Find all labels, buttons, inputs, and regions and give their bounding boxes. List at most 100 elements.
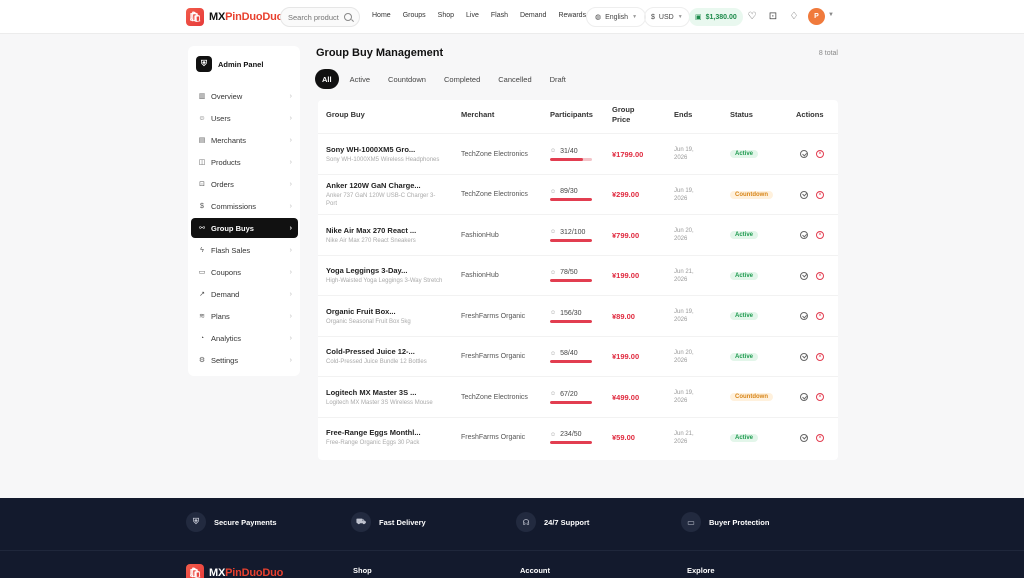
sidebar-item-overview[interactable]: ▥ Overview › (191, 86, 298, 106)
brand-logo[interactable]: 🛍 MXPinDuoDuo (186, 8, 283, 26)
tab-completed[interactable]: Completed (437, 69, 487, 89)
sidebar-item-commissions[interactable]: $ Commissions › (191, 196, 298, 216)
group-buy-name[interactable]: Organic Fruit Box... (326, 307, 446, 316)
participants-count: 156/30 (560, 309, 582, 317)
nav-link-demand[interactable]: Demand (520, 12, 546, 19)
cancel-icon[interactable]: × (816, 433, 824, 442)
group-icon: ⚯ (199, 225, 205, 232)
table-row[interactable]: Cold-Pressed Juice 12-... Cold-Pressed Ju… (318, 335, 838, 376)
group-buy-name[interactable]: Anker 120W GaN Charge... (326, 181, 446, 190)
cancel-icon[interactable]: × (816, 150, 824, 158)
avatar[interactable]: P (808, 8, 825, 25)
chevron-down-icon[interactable]: ▼ (828, 12, 834, 18)
group-buy-name[interactable]: Cold-Pressed Juice 12-... (326, 347, 446, 356)
column-header-actions[interactable]: Actions (796, 100, 824, 130)
tab-all[interactable]: All (315, 69, 339, 89)
approve-icon[interactable] (800, 312, 808, 320)
nav-link-rewards[interactable]: Rewards (558, 12, 586, 19)
group-buy-name[interactable]: Sony WH-1000XM5 Gro... (326, 145, 446, 154)
sidebar-item-flash-sales[interactable]: ϟ Flash Sales › (191, 240, 298, 260)
approve-icon[interactable] (800, 393, 808, 401)
cancel-icon[interactable]: × (816, 352, 824, 361)
search-input[interactable] (288, 12, 340, 22)
table-row[interactable]: Sony WH-1000XM5 Gro... Sony WH-1000XM5 Wi… (318, 133, 838, 173)
nav-link-groups[interactable]: Groups (403, 12, 426, 19)
table-row[interactable]: Nike Air Max 270 React ... Nike Air Max 2… (318, 214, 838, 254)
column-header-participants[interactable]: Participants (550, 100, 593, 130)
cart-icon[interactable]: ⊡ (767, 11, 779, 23)
column-header-merchant[interactable]: Merchant (461, 100, 494, 130)
approve-icon[interactable] (800, 352, 808, 361)
sidebar-item-merchants[interactable]: ▤ Merchants › (191, 130, 298, 150)
cancel-icon[interactable]: × (816, 271, 824, 280)
approve-icon[interactable] (800, 433, 808, 442)
approve-icon[interactable] (800, 271, 808, 280)
approve-icon[interactable] (800, 150, 808, 158)
group-buy-name[interactable]: Logitech MX Master 3S ... (326, 388, 446, 397)
sidebar-item-orders[interactable]: ⊡ Orders › (191, 174, 298, 194)
search-icon[interactable] (344, 13, 352, 21)
column-header-group-buy[interactable]: Group Buy (326, 100, 365, 130)
table-row[interactable]: Organic Fruit Box... Organic Seasonal Fru… (318, 295, 838, 335)
status-badge: Active (730, 433, 759, 442)
merchant-name: FashionHub (461, 231, 499, 239)
tab-cancelled[interactable]: Cancelled (491, 69, 538, 89)
sidebar-item-label: Settings (211, 355, 239, 365)
group-buy-name[interactable]: Nike Air Max 270 React ... (326, 226, 446, 235)
nav-link-live[interactable]: Live (466, 12, 479, 19)
end-date: Jun 19, 2026 (674, 390, 694, 404)
approve-icon[interactable] (800, 190, 808, 199)
group-buy-name[interactable]: Yoga Leggings 3-Day... (326, 266, 446, 275)
footer-logo[interactable]: 🛍 MXPinDuoDuo (186, 564, 283, 578)
merchant-name: TechZone Electronics (461, 150, 528, 158)
column-header-status[interactable]: Status (730, 100, 753, 130)
tab-draft[interactable]: Draft (543, 69, 573, 89)
group-buy-table: Group Buy Merchant Participants Group Price… (318, 100, 838, 460)
participants-count: 234/50 (560, 431, 582, 438)
nav-link-shop[interactable]: Shop (438, 12, 454, 19)
end-date: Jun 21, 2026 (674, 430, 694, 445)
table-row[interactable]: Yoga Leggings 3-Day... High-Waisted Yoga … (318, 254, 838, 295)
sidebar-item-coupons[interactable]: ▭ Coupons › (191, 262, 298, 282)
approve-icon[interactable] (800, 231, 808, 239)
group-buy-description: Nike Air Max 270 React Sneakers (326, 237, 416, 244)
sidebar-item-label: Coupons (211, 267, 242, 277)
bell-icon[interactable]: ♢ (788, 11, 800, 23)
group-buy-description: Cold-Pressed Juice Bundle 12 Bottles (326, 359, 427, 365)
sidebar-item-plans[interactable]: ≋ Plans › (191, 306, 298, 326)
currency-selector[interactable]: $ USD ▼ (644, 7, 690, 27)
participants-count: 78/50 (560, 269, 578, 276)
column-header-ends[interactable]: Ends (674, 100, 692, 130)
nav-link-home[interactable]: Home (372, 12, 391, 19)
wallet-balance[interactable]: ▣ $1,380.00 (689, 8, 743, 26)
end-date: Jun 20, 2026 (674, 349, 694, 364)
sidebar-item-products[interactable]: ◫ Products › (191, 152, 298, 172)
sidebar-item-settings[interactable]: ⚙ Settings › (191, 350, 298, 370)
tab-active[interactable]: Active (343, 69, 377, 89)
table-row[interactable]: Anker 120W GaN Charge... Anker 737 GaN 12… (318, 173, 838, 214)
sidebar-item-label: Commissions (211, 201, 257, 211)
cancel-icon[interactable]: × (816, 312, 824, 320)
sidebar-item-analytics[interactable]: ◔ Analytics › (191, 328, 298, 348)
nav-link-flash[interactable]: Flash (491, 12, 508, 19)
analytics-icon: ◔ (199, 334, 205, 342)
table-row[interactable]: Logitech MX Master 3S ... Logitech MX Mas… (318, 376, 838, 416)
column-header-group-price[interactable]: Group Price (612, 100, 642, 130)
page-title: Group Buy Management (316, 47, 444, 59)
footer-feature-24-7-support: ☊ 24/7 Support (516, 512, 589, 532)
cancel-icon[interactable]: × (816, 393, 824, 401)
merchant-name: TechZone Electronics (461, 191, 528, 198)
heart-icon[interactable]: ♡ (746, 11, 758, 23)
cancel-icon[interactable]: × (816, 190, 824, 199)
table-row[interactable]: Free-Range Eggs Monthl... Free-Range Orga… (318, 416, 838, 457)
group-buy-name[interactable]: Free-Range Eggs Monthl... (326, 428, 446, 437)
sidebar-item-demand[interactable]: ↗ Demand › (191, 284, 298, 304)
participants-count: 312/100 (560, 228, 586, 236)
sidebar-item-users[interactable]: ☺ Users › (191, 108, 298, 128)
language-selector[interactable]: ◍ English ▼ (586, 7, 647, 27)
group-buy-description: Sony WH-1000XM5 Wireless Headphones (326, 156, 440, 163)
cancel-icon[interactable]: × (816, 231, 824, 239)
sidebar-item-group-buys[interactable]: ⚯ Group Buys › (191, 218, 298, 238)
tab-countdown[interactable]: Countdown (381, 69, 433, 89)
group-buy-description: Free-Range Organic Eggs 30 Pack (326, 440, 420, 446)
